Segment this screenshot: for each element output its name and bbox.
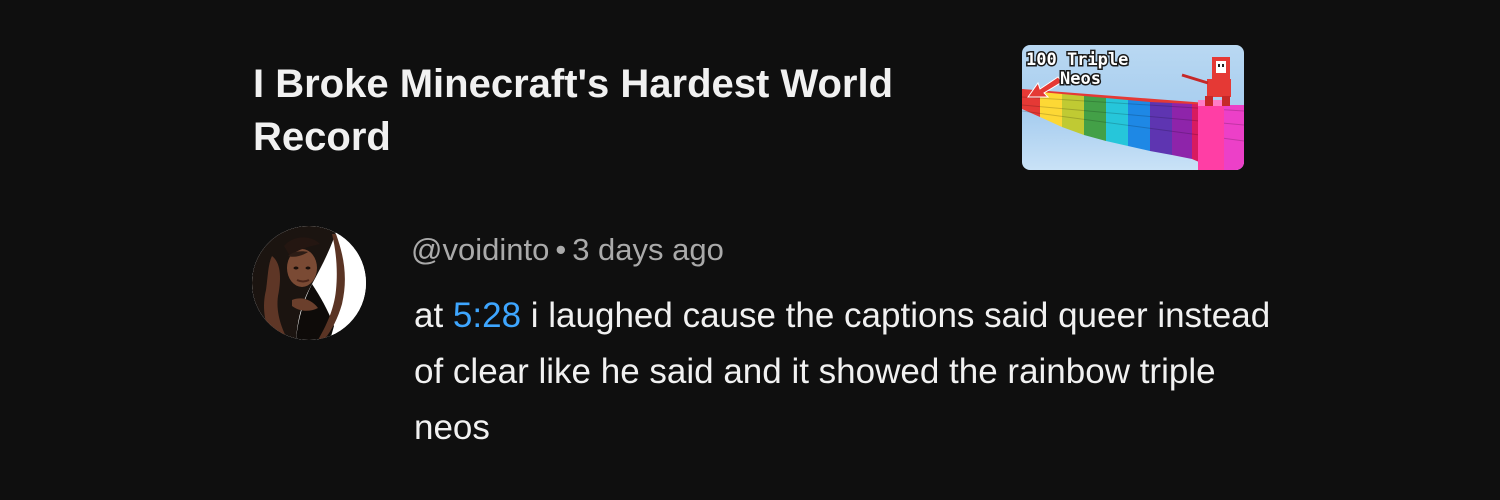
comment-text: at 5:28 i laughed cause the captions sai…	[414, 288, 1274, 456]
avatar[interactable]	[252, 226, 366, 340]
meta-separator: •	[555, 232, 567, 267]
video-thumbnail[interactable]: 100 Triple Neos	[1022, 45, 1244, 170]
comment-author[interactable]: @voidinto	[411, 232, 549, 267]
comment-text-before: at	[414, 296, 453, 335]
timestamp-link[interactable]: 5:28	[453, 296, 521, 335]
comment-item: @voidinto • 3 days ago at 5:28 i laughed c…	[252, 226, 1352, 466]
thumbnail-text-line2: Neos	[1060, 69, 1101, 89]
video-title[interactable]: I Broke Minecraft's Hardest World Record	[253, 58, 973, 164]
avatar-image	[252, 226, 366, 340]
comment-meta: @voidinto • 3 days ago	[411, 228, 724, 272]
comment-text-after: i laughed cause the captions said queer …	[414, 296, 1271, 447]
thumbnail-text-line1: 100 Triple	[1026, 50, 1128, 70]
comment-time[interactable]: 3 days ago	[572, 232, 724, 267]
thumbnail-image: 100 Triple Neos	[1022, 49, 1244, 170]
